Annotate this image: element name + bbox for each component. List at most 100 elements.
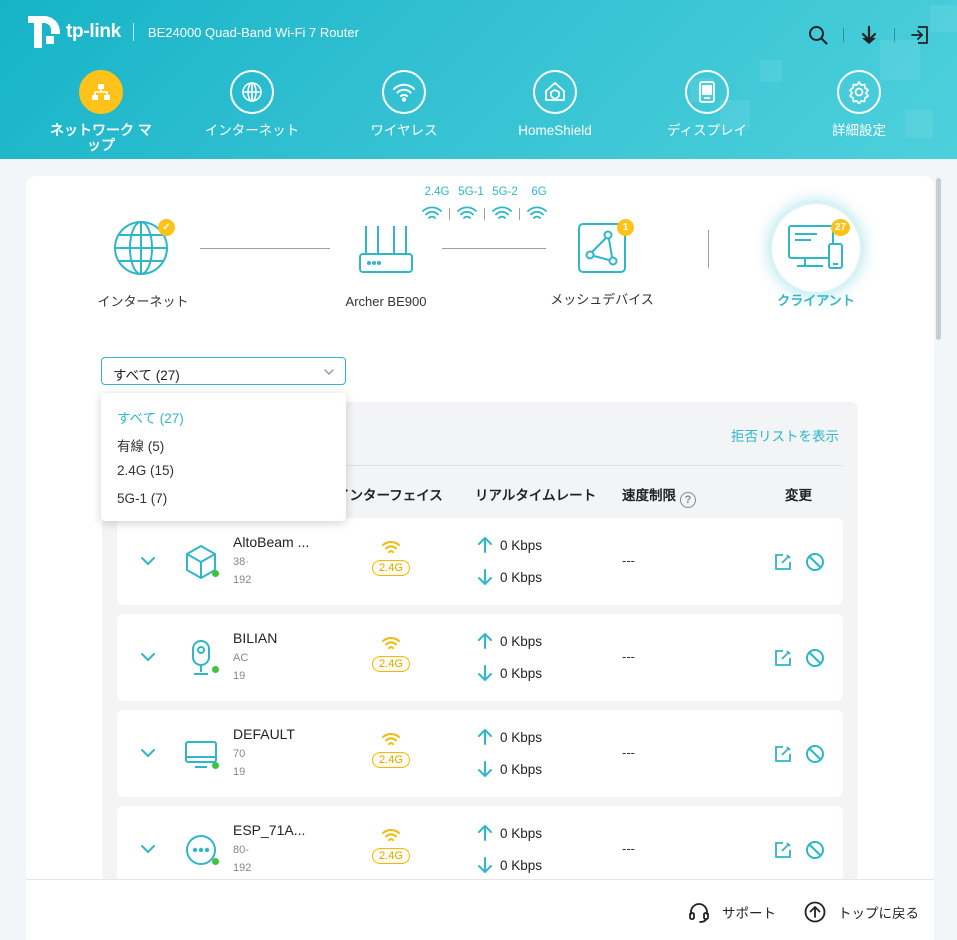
block-icon[interactable]: [805, 840, 825, 860]
filter-option-all[interactable]: すべて (27): [117, 407, 184, 427]
table-row: BILIAN AC 19 2.4G 0 Kbps 0 Kbps ---: [117, 614, 843, 701]
back-to-top-label: トップに戻る: [838, 906, 919, 921]
block-icon[interactable]: [805, 552, 825, 572]
interface-cell: 2.4G: [370, 540, 412, 576]
filter-option-5g1[interactable]: 5G-1 (7): [117, 491, 167, 506]
th-edit: 変更: [785, 488, 812, 503]
arrow-down-icon: [478, 761, 492, 777]
device-ip: 192: [233, 574, 252, 586]
edit-icon[interactable]: [773, 552, 793, 572]
arrow-down-icon: [478, 665, 492, 681]
arrow-up-icon: [478, 729, 492, 745]
brand-name: tp-link: [66, 21, 121, 42]
nav-advanced[interactable]: 詳細設定: [784, 70, 934, 138]
scrollbar[interactable]: [936, 178, 941, 340]
download-rate: 0 Kbps: [477, 856, 542, 874]
check-icon: ✓: [158, 219, 175, 236]
speed-limit-value: ---: [622, 841, 635, 856]
chevron-down-icon[interactable]: [139, 648, 157, 666]
device-mac: 38·: [233, 556, 249, 568]
topo-internet[interactable]: インターネット: [90, 218, 196, 309]
support-link[interactable]: サポート: [688, 901, 776, 923]
edit-icon[interactable]: [773, 744, 793, 764]
arrow-down-icon: [478, 569, 492, 585]
topo-divider: [708, 230, 709, 268]
nav-network-map[interactable]: ネットワーク マップ: [26, 70, 176, 153]
device-mac: AC: [233, 652, 249, 664]
display-icon: [685, 70, 729, 114]
speed-limit-value: ---: [622, 649, 635, 664]
nav-label: インターネット: [204, 123, 300, 138]
upload-rate: 0 Kbps: [477, 536, 542, 554]
divider: [484, 208, 485, 220]
logo-divider: [132, 23, 134, 41]
upload-rate-value: 0 Kbps: [500, 825, 543, 841]
table-row: AltoBeam ... 38· 192 2.4G 0 Kbps 0 Kbps …: [117, 518, 843, 605]
help-icon[interactable]: ?: [680, 492, 696, 508]
nav-internet[interactable]: インターネット: [177, 70, 327, 138]
topo-router[interactable]: Archer BE900: [336, 224, 436, 309]
upload-rate-value: 0 Kbps: [500, 633, 543, 649]
wifi-icon: [382, 637, 400, 649]
device-mac: 80-: [233, 844, 249, 856]
wifi-icon: [382, 70, 426, 114]
back-to-top-link[interactable]: トップに戻る: [804, 901, 919, 923]
wifi-icon: [492, 206, 512, 219]
topo-router-label: Archer BE900: [345, 294, 427, 309]
nav-wireless[interactable]: ワイヤレス: [329, 70, 479, 138]
online-indicator: [212, 570, 219, 577]
table-row: DEFAULT 70 19 2.4G 0 Kbps 0 Kbps ---: [117, 710, 843, 797]
arrow-up-icon: [478, 537, 492, 553]
chevron-down-icon[interactable]: [139, 840, 157, 858]
wifi-icon: [527, 206, 547, 219]
main-nav: ネットワーク マップ インターネット ワイヤレス HomeShield ディスプ…: [0, 70, 957, 159]
download-icon[interactable]: [858, 24, 880, 46]
interface-cell: 2.4G: [370, 732, 412, 768]
online-indicator: [212, 666, 219, 673]
topo-clients[interactable]: [772, 204, 860, 292]
device-mac: 70: [233, 748, 246, 760]
block-icon[interactable]: [805, 648, 825, 668]
device-name: DEFAULT: [233, 726, 295, 742]
homeshield-icon: [533, 70, 577, 114]
th-speed-limit: 速度制限?: [622, 484, 696, 508]
globe-icon: [230, 70, 274, 114]
band-label: 6G: [531, 186, 547, 198]
client-filter-select[interactable]: すべて (27): [101, 357, 346, 385]
router-icon: [359, 226, 413, 273]
nav-label: ワイヤレス: [370, 123, 438, 138]
chevron-down-icon[interactable]: [139, 744, 157, 762]
edit-icon[interactable]: [773, 840, 793, 860]
mesh-count-badge: 1: [617, 219, 634, 236]
topo-clients-label: クライアント: [777, 293, 855, 308]
band-label: 2.4G: [424, 186, 450, 198]
nav-label: ディスプレイ: [666, 123, 748, 138]
arrow-up-icon: [478, 633, 492, 649]
chevron-down-icon[interactable]: [139, 552, 157, 570]
topo-mesh-label: メッシュデバイス: [550, 292, 654, 307]
network-map-icon: [79, 70, 123, 114]
th-speed-limit-label: 速度制限: [622, 488, 676, 503]
block-icon[interactable]: [805, 744, 825, 764]
edit-icon[interactable]: [773, 648, 793, 668]
th-interface: インターフェイス: [336, 488, 443, 503]
tplink-logo: tp-link BE24000 Quad-Band Wi-Fi 7 Router: [26, 14, 359, 50]
search-icon[interactable]: [807, 24, 829, 46]
logout-icon[interactable]: [909, 24, 931, 46]
band-labels: 2.4G 5G-1 5G-2 6G: [420, 186, 556, 198]
filter-option-wired[interactable]: 有線 (5): [117, 435, 164, 455]
divider: [894, 28, 895, 42]
nav-display[interactable]: ディスプレイ: [632, 70, 782, 138]
topo-mesh[interactable]: メッシュデバイス: [548, 222, 656, 307]
view-blocklist-link[interactable]: 拒否リストを表示: [731, 425, 839, 445]
nav-homeshield[interactable]: HomeShield: [480, 70, 630, 138]
device-name: AltoBeam ...: [233, 534, 310, 550]
device-ip: 19: [233, 670, 246, 682]
filter-option-24g[interactable]: 2.4G (15): [117, 463, 174, 478]
nav-label: 詳細設定: [832, 123, 886, 138]
upload-rate: 0 Kbps: [477, 728, 542, 746]
download-rate: 0 Kbps: [477, 760, 542, 778]
speed-limit-value: ---: [622, 745, 635, 760]
online-indicator: [212, 858, 219, 865]
download-rate-value: 0 Kbps: [500, 761, 543, 777]
